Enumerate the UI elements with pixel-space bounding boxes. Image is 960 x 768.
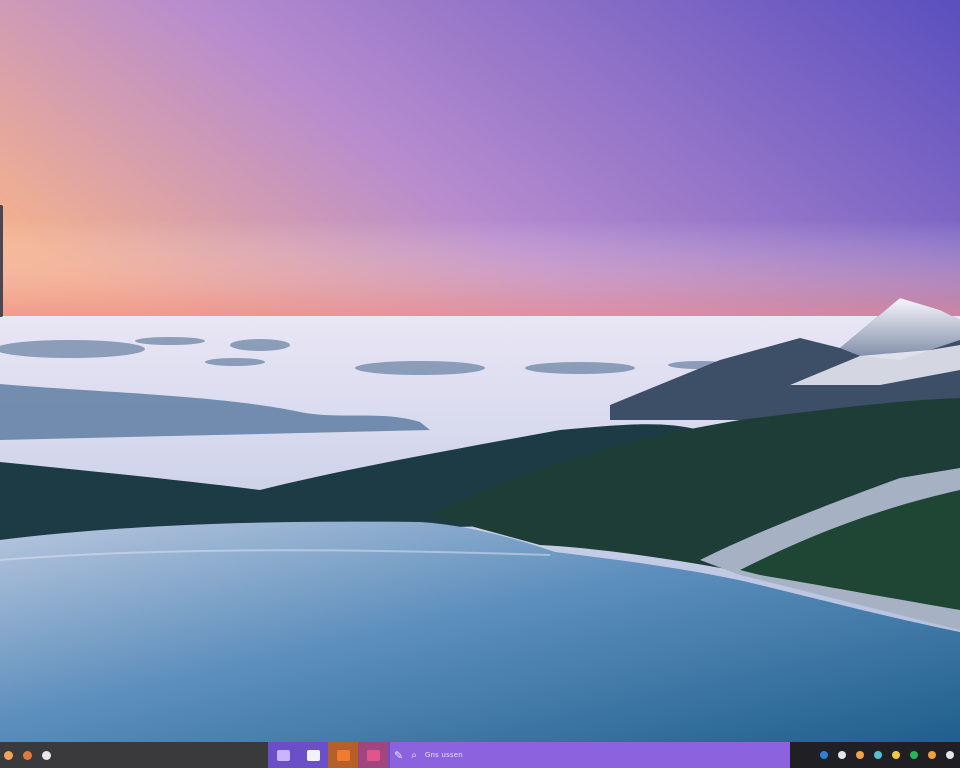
notes-app-icon[interactable]: [358, 742, 388, 768]
office-glyph-icon: [336, 749, 350, 761]
desktop-wallpaper: [0, 0, 960, 742]
system-icon[interactable]: [4, 750, 13, 760]
tray-icon-8[interactable]: [946, 751, 954, 759]
tray-icon-4[interactable]: [874, 751, 882, 759]
photos-glyph-icon: [306, 749, 320, 761]
window-edge-handle[interactable]: [0, 205, 3, 317]
taskbar-left-section: [0, 742, 268, 768]
tray-icon-7[interactable]: [928, 751, 936, 759]
system-tray: [790, 742, 960, 768]
taskbar: ✎ ⌕ Gns ussen: [0, 742, 960, 768]
tray-icon-5[interactable]: [892, 751, 900, 759]
taskbar-pinned-apps: [268, 742, 390, 768]
tray-icon-2[interactable]: [838, 751, 846, 759]
pen-app-icon[interactable]: [268, 742, 298, 768]
search-box-text[interactable]: Gns ussen: [425, 751, 463, 759]
photos-app-icon[interactable]: [298, 742, 328, 768]
search-icon[interactable]: ⌕: [411, 750, 417, 761]
office-app-icon[interactable]: [328, 742, 358, 768]
tray-icon-1[interactable]: [820, 751, 828, 759]
app-icon[interactable]: [23, 750, 32, 760]
taskbar-search-section[interactable]: ✎ ⌕ Gns ussen: [390, 742, 790, 768]
notes-glyph-icon: [366, 749, 380, 761]
settings-icon[interactable]: [42, 750, 51, 760]
tray-icon-6[interactable]: [910, 751, 918, 759]
pen-glyph-icon: [276, 749, 290, 761]
assistant-icon[interactable]: ✎: [394, 749, 403, 762]
tray-icon-3[interactable]: [856, 751, 864, 759]
